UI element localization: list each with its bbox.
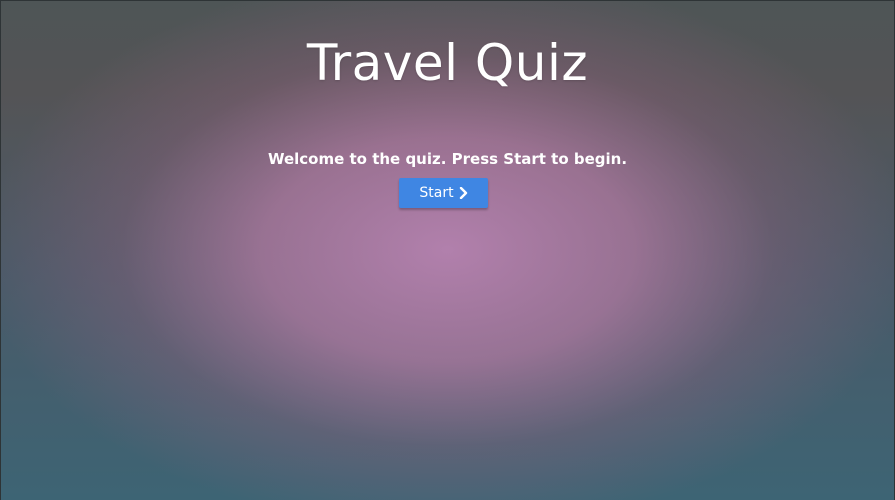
quiz-title: Travel Quiz — [306, 34, 589, 92]
welcome-message: Welcome to the quiz. Press Start to begi… — [267, 150, 628, 168]
start-button[interactable]: Start — [399, 178, 488, 208]
start-button-label: Start — [419, 185, 454, 201]
chevron-right-icon — [459, 187, 467, 199]
